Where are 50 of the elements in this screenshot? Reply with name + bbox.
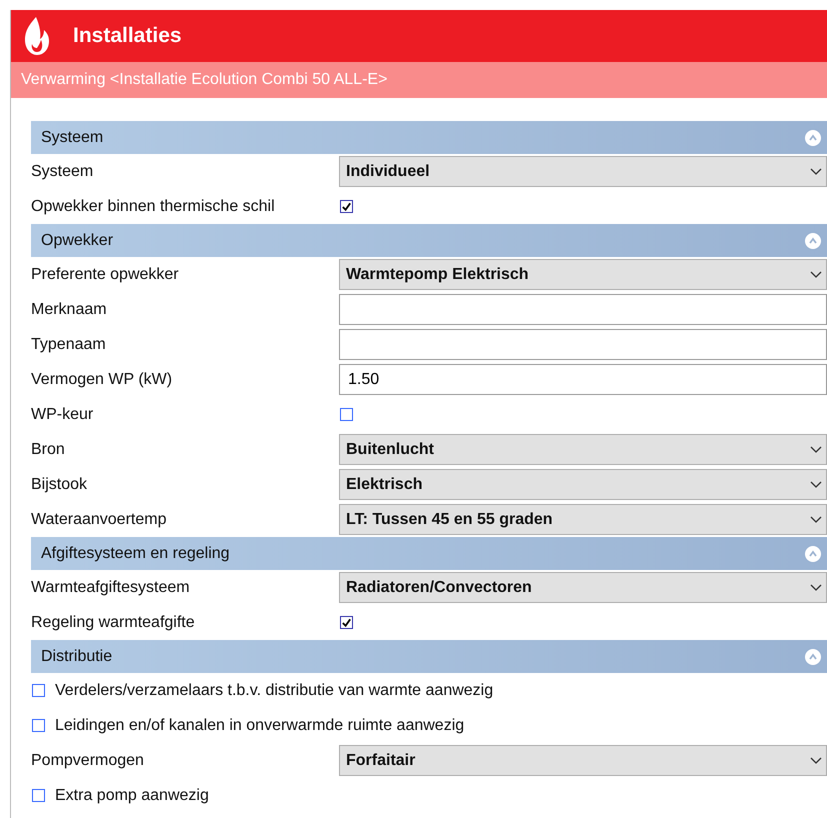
field-label: Merknaam [31,300,108,318]
field-label: Wateraanvoertemp [31,510,168,528]
field-label: Typenaam [31,336,107,354]
section-header[interactable]: Distributie [31,640,827,673]
field-label: Systeem [31,162,94,180]
checkbox-label: Leidingen en/of kanalen in onverwarmde ruimte aanwezig [55,716,464,734]
field-label: Warmteafgiftesysteem [31,578,191,596]
field-label: Preferente opwekker [31,266,180,284]
field-label: Opwekker binnen thermische schil [31,198,276,216]
dropdown[interactable]: Radiatoren/Convectoren [339,572,827,603]
chevron-down-icon [810,446,822,454]
subtitle: Verwarming <Installatie Ecolution Combi 50 ALL-E> [21,71,388,89]
section-header[interactable]: Systeem [31,121,827,154]
input-field[interactable] [339,294,827,325]
checkbox[interactable] [32,719,45,732]
checkbox[interactable] [340,616,353,629]
dropdown[interactable]: Buitenlucht [339,434,827,465]
window-title: Installaties [73,24,182,48]
chevron-down-icon [810,270,822,278]
chevron-down-icon [810,584,822,592]
field-label: WP-keur [31,406,94,424]
section-title: Afgiftesysteem en regeling [41,544,230,562]
checkbox-label: Extra pomp aanwezig [55,786,209,804]
chevron-down-icon [810,516,822,524]
field-label: Bron [31,440,66,458]
dropdown[interactable]: LT: Tussen 45 en 55 graden [339,504,827,535]
chevron-down-icon [810,168,822,176]
section-header[interactable]: Afgiftesysteem en regeling [31,537,827,570]
field-label: Regeling warmteafgifte [31,614,196,632]
checkbox[interactable] [340,200,353,213]
section-title: Systeem [41,128,104,146]
checkbox-label: Verdelers/verzamelaars t.b.v. distributie van warmte aanwezig [55,682,494,700]
input-field[interactable]: 1.50 [339,364,827,395]
checkbox[interactable] [32,789,45,802]
field-label: Pompvermogen [31,752,145,770]
section-title: Opwekker [41,232,114,250]
chevron-down-icon [810,480,822,488]
input-field[interactable] [339,329,827,360]
checkbox[interactable] [32,684,45,697]
field-label: Bijstook [31,476,88,494]
field-label: Vermogen WP (kW) [31,370,174,388]
chevron-down-icon [810,756,822,764]
dropdown[interactable]: Individueel [339,156,827,187]
flame-icon [22,16,52,56]
checkbox[interactable] [340,408,353,421]
dropdown[interactable]: Elektrisch [339,469,827,500]
dropdown[interactable]: Warmtepomp Elektrisch [339,259,827,290]
section-title: Distributie [41,648,112,666]
dropdown[interactable]: Forfaitair [339,745,827,776]
section-header[interactable]: Opwekker [31,224,827,257]
